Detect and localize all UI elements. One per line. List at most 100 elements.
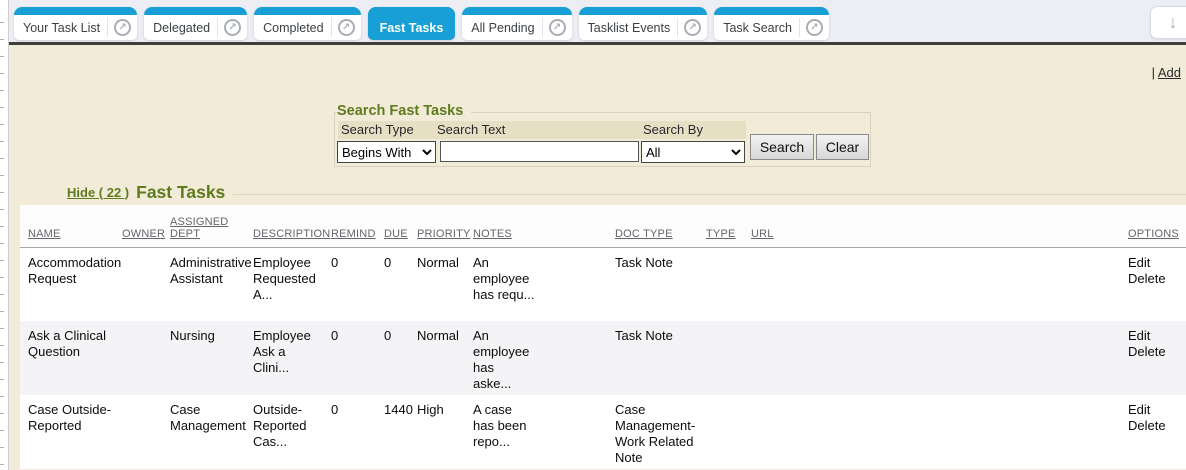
column-header-dept[interactable]: ASSIGNED DEPT	[170, 205, 253, 247]
search-text-input[interactable]	[440, 141, 639, 162]
column-header-doctype[interactable]: DOC TYPE	[615, 205, 706, 247]
type-cell	[706, 247, 751, 321]
column-header-name[interactable]: NAME	[20, 205, 122, 247]
tab-all-pending[interactable]: All Pending ↗	[462, 7, 571, 40]
popout-icon[interactable]: ↗	[338, 19, 355, 36]
search-fast-tasks-panel: Search Fast Tasks Search Type Search Tex…	[334, 112, 871, 167]
priority-cell: Normal	[417, 247, 473, 321]
url-cell	[751, 395, 1128, 469]
table-header-row: NAMEOWNERASSIGNED DEPTDESCRIPTIONREMINDD…	[20, 205, 1186, 247]
delete-link[interactable]: Delete	[1128, 418, 1178, 434]
search-by-select[interactable]: All	[641, 141, 745, 163]
column-header-priority[interactable]: PRIORITY	[417, 205, 473, 247]
popout-icon[interactable]: ↗	[114, 19, 131, 36]
table-row: Accommodation Request Administrative Assi…	[20, 247, 1186, 321]
desc-cell: Employee Requested A...	[253, 247, 331, 321]
doctype-cell: Task Note	[615, 247, 706, 321]
tab-bar: Your Task List ↗ Delegated ↗ Completed ↗…	[9, 0, 1186, 42]
name-cell: Ask a Clinical Question	[20, 321, 122, 395]
column-header-type[interactable]: TYPE	[706, 205, 751, 247]
search-text-label: Search Text	[437, 122, 505, 137]
tab-label: Fast Tasks	[368, 21, 456, 35]
fast-tasks-section-header: Hide ( 22 ) Fast Tasks	[67, 181, 1186, 203]
owner-cell	[122, 395, 170, 469]
tab-your-task-list[interactable]: Your Task List ↗	[14, 7, 137, 40]
table-row: Ask a Clinical Question NursingEmployee A…	[20, 321, 1186, 395]
due-cell: 0	[384, 321, 417, 395]
column-header-url[interactable]: URL	[751, 205, 1128, 247]
tab-label: All Pending	[462, 21, 541, 35]
column-header-due[interactable]: DUE	[384, 205, 417, 247]
column-header-options[interactable]: OPTIONS	[1128, 205, 1186, 247]
edit-link[interactable]: Edit	[1128, 255, 1178, 271]
url-cell	[751, 321, 1128, 395]
name-cell: Accommodation Request	[20, 247, 122, 321]
tab-label: Your Task List	[14, 21, 107, 35]
fast-tasks-table: NAMEOWNERASSIGNED DEPTDESCRIPTIONREMINDD…	[20, 205, 1186, 469]
tab-separator	[677, 18, 678, 37]
tab-delegated[interactable]: Delegated ↗	[144, 7, 247, 40]
search-labels-strip: Search Type Search Text Search By	[338, 121, 746, 139]
search-panel-title: Search Fast Tasks	[337, 103, 471, 119]
desc-cell: Outside-Reported Cas...	[253, 395, 331, 469]
remind-cell: 0	[331, 247, 384, 321]
edit-link[interactable]: Edit	[1128, 402, 1178, 418]
dept-cell: Nursing	[170, 321, 253, 395]
doctype-cell: Case Management-Work Related Note	[615, 395, 706, 469]
tab-label: Tasklist Events	[579, 21, 678, 35]
delete-link[interactable]: Delete	[1128, 344, 1178, 360]
popout-icon[interactable]: ↗	[806, 19, 823, 36]
tab-separator	[217, 18, 218, 37]
column-header-notes[interactable]: NOTES	[473, 205, 615, 247]
column-header-owner[interactable]: OWNER	[122, 205, 170, 247]
column-header-desc[interactable]: DESCRIPTION	[253, 205, 331, 247]
edit-link[interactable]: Edit	[1128, 328, 1178, 344]
add-link[interactable]: Add	[1158, 65, 1181, 80]
tab-separator	[107, 18, 108, 37]
table-row: Case Outside-ReportedCase ManagementOuts…	[20, 395, 1186, 469]
tab-separator	[542, 18, 543, 37]
tab-separator	[331, 18, 332, 37]
search-button[interactable]: Search	[750, 134, 814, 160]
task-table-body: Accommodation Request Administrative Assi…	[20, 247, 1186, 469]
doctype-cell: Task Note	[615, 321, 706, 395]
tab-task-search[interactable]: Task Search ↗	[714, 7, 829, 40]
notes-cell: An employee has aske...	[473, 321, 615, 395]
column-header-remind[interactable]: REMIND	[331, 205, 384, 247]
tab-label: Completed	[254, 21, 330, 35]
tab-label: Delegated	[144, 21, 217, 35]
scroll-down-button[interactable]: ↓	[1150, 6, 1186, 39]
add-separator: |	[1152, 65, 1155, 80]
type-cell	[706, 395, 751, 469]
type-cell	[706, 321, 751, 395]
section-rule	[233, 194, 1186, 195]
url-cell	[751, 247, 1128, 321]
hide-count-link[interactable]: Hide ( 22 )	[67, 185, 129, 200]
search-type-label: Search Type	[341, 122, 414, 137]
delete-link[interactable]: Delete	[1128, 271, 1178, 287]
popout-icon[interactable]: ↗	[549, 19, 566, 36]
content-area: | Add Search Fast Tasks Search Type Sear…	[9, 45, 1186, 470]
priority-cell: Normal	[417, 321, 473, 395]
options-cell: EditDelete	[1128, 395, 1186, 469]
tab-tasklist-events[interactable]: Tasklist Events ↗	[579, 7, 708, 40]
desc-cell: Employee Ask a Clini...	[253, 321, 331, 395]
section-title: Fast Tasks	[136, 182, 225, 203]
page: Your Task List ↗ Delegated ↗ Completed ↗…	[0, 0, 1186, 470]
popout-icon[interactable]: ↗	[224, 19, 241, 36]
search-type-select[interactable]: Begins With	[337, 141, 436, 163]
due-cell: 0	[384, 247, 417, 321]
clear-button[interactable]: Clear	[816, 134, 869, 160]
add-bar: | Add	[1152, 65, 1181, 80]
tab-label: Task Search	[714, 21, 799, 35]
options-cell: EditDelete	[1128, 321, 1186, 395]
popout-icon[interactable]: ↗	[684, 19, 701, 36]
frame-resize-gutter[interactable]	[0, 0, 9, 470]
dept-cell: Administrative Assistant	[170, 247, 253, 321]
priority-cell: High	[417, 395, 473, 469]
remind-cell: 0	[331, 395, 384, 469]
tab-fast-tasks[interactable]: Fast Tasks	[368, 7, 456, 40]
due-cell: 1440	[384, 395, 417, 469]
remind-cell: 0	[331, 321, 384, 395]
tab-completed[interactable]: Completed ↗	[254, 7, 360, 40]
